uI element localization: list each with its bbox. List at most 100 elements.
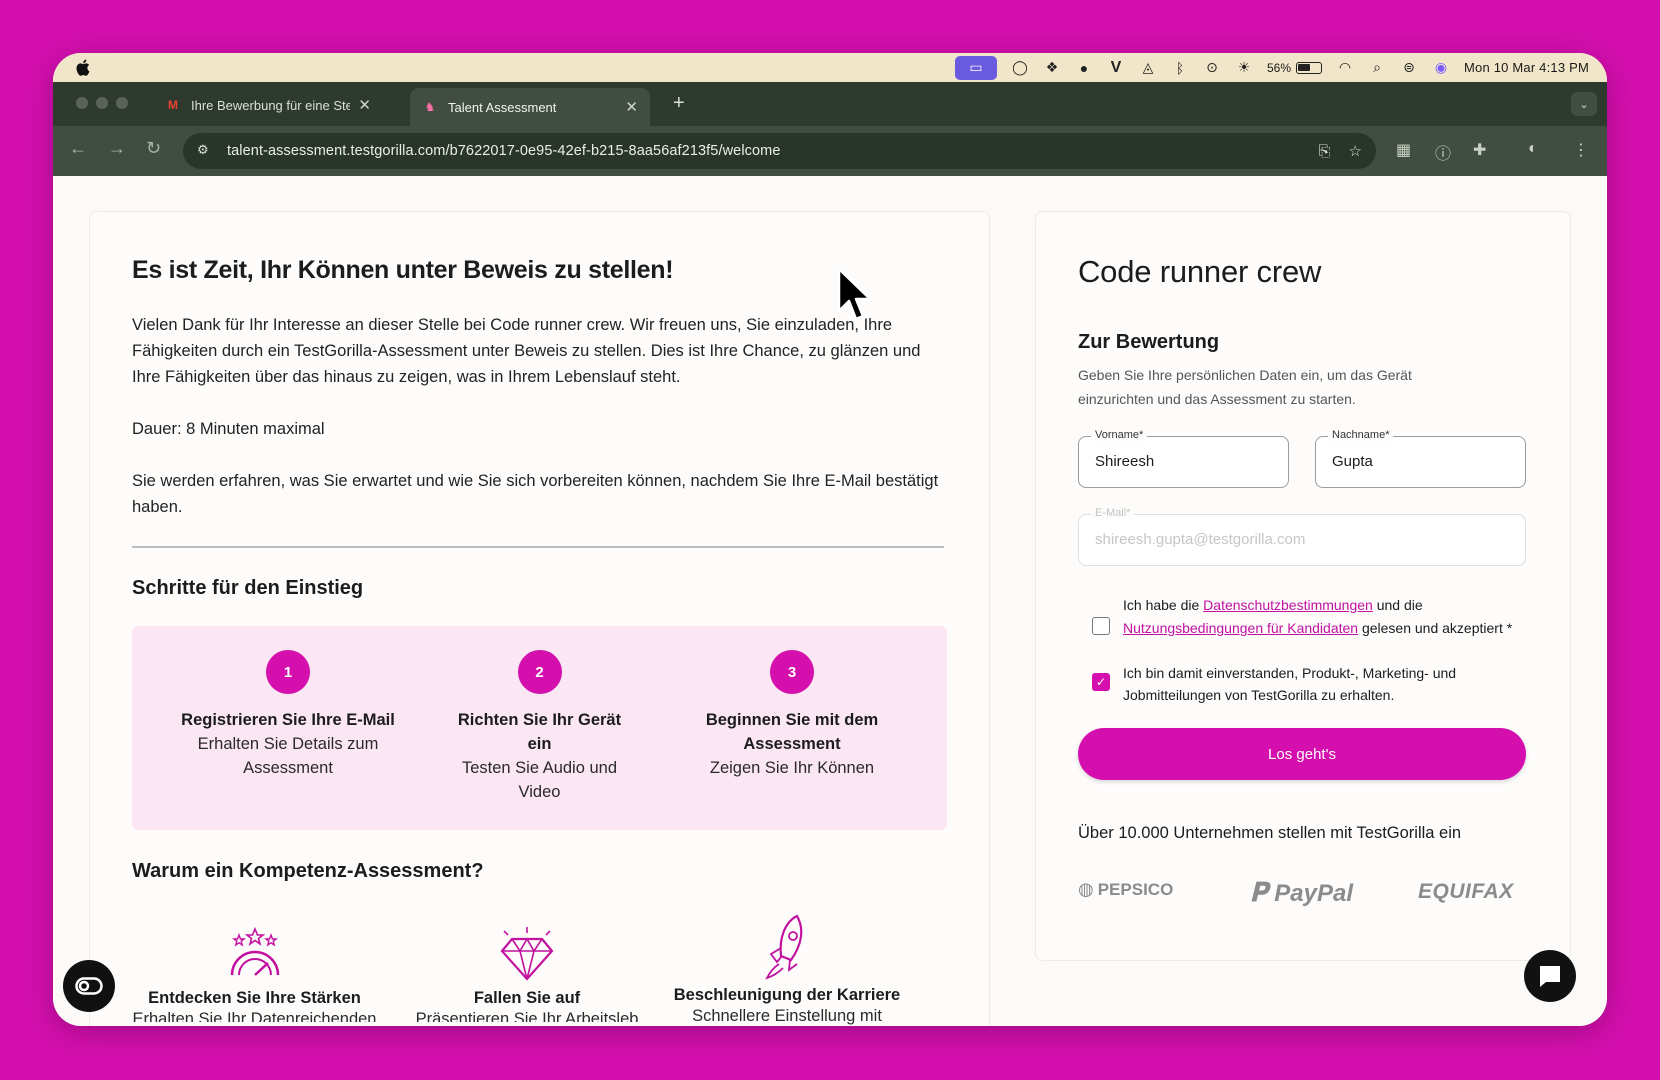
why-item: Entdecken Sie Ihre Stärken Erhalten Sie … [132, 925, 377, 1022]
consent-mid: und die [1372, 597, 1423, 613]
page-content: Es ist Zeit, Ihr Können unter Beweis zu … [53, 176, 1607, 1026]
drive-icon[interactable]: ◬ [1139, 59, 1157, 77]
close-window-button[interactable] [76, 97, 88, 109]
site-info-icon[interactable]: ⚙ [197, 142, 215, 160]
back-icon[interactable]: ← [69, 138, 87, 159]
form-heading: Zur Bewertung [1078, 331, 1220, 353]
steps-panel: 1 Registrieren Sie Ihre E-Mail Erhalten … [132, 626, 947, 830]
why-desc: Erhalten Sie Ihr Datenreichenden [132, 1010, 377, 1022]
toggle-icon [75, 977, 103, 995]
apple-icon[interactable] [75, 59, 90, 76]
tab-title: Ihre Bewerbung für eine Stelle [191, 97, 351, 113]
terms-link[interactable]: Nutzungsbedingungen für Kandidaten [1123, 620, 1358, 636]
url-text[interactable]: talent-assessment.testgorilla.com/b76220… [227, 143, 1301, 159]
brightness-icon[interactable]: ☀ [1235, 59, 1253, 77]
circle-icon[interactable]: ◯ [1011, 59, 1029, 77]
extensions-puzzle-icon[interactable]: ✚ [1473, 140, 1486, 160]
address-bar[interactable]: ⚙ talent-assessment.testgorilla.com/b762… [183, 133, 1376, 169]
step-title: Registrieren Sie Ihre E-Mail [181, 711, 395, 729]
step-number: 3 [770, 650, 814, 694]
why-title: Beschleunigung der Karriere [673, 986, 901, 1004]
v-icon[interactable]: V [1107, 59, 1125, 77]
why-heading: Warum ein Kompetenz-Assessment? [132, 860, 484, 882]
step-number: 2 [517, 650, 562, 694]
forward-icon[interactable]: → [108, 138, 126, 159]
privacy-consent-text: Ich habe die Datenschutzbestimmungen und… [1123, 594, 1533, 640]
password-manager-icon[interactable]: ⓘ [1435, 140, 1451, 164]
new-tab-button[interactable]: + [673, 92, 685, 115]
gmail-icon: M [168, 98, 178, 112]
privacy-policy-link[interactable]: Datenschutzbestimmungen [1203, 597, 1373, 613]
trust-text: Über 10.000 Unternehmen stellen mit Test… [1078, 824, 1462, 842]
firstname-field[interactable]: Vorname* Shireesh [1078, 429, 1289, 488]
step-item: 2 Richten Sie Ihr Gerät ein Testen Sie A… [422, 650, 657, 804]
form-subtitle: Geben Sie Ihre persönlichen Daten ein, u… [1078, 367, 1412, 407]
battery-icon[interactable]: 56% [1267, 61, 1322, 75]
play-icon[interactable]: ⊙ [1203, 59, 1221, 77]
company-name: Code runner crew [1078, 254, 1322, 289]
why-title: Fallen Sie auf [473, 989, 581, 1007]
why-section: Entdecken Sie Ihre Stärken Erhalten Sie … [132, 912, 947, 1026]
start-button[interactable]: Los geht's [1078, 728, 1526, 780]
search-icon[interactable]: ⌕ [1368, 59, 1386, 77]
browser-window: ▭ ◯ ❖ ● V ◬ ᛒ ⊙ ☀ 56% ◠ ⌕ ⊜ ◉ Mon 10 Mar… [53, 53, 1607, 1026]
bookmark-star-icon[interactable]: ☆ [1349, 142, 1362, 160]
step-desc: Erhalten Sie Details zum Assessment [197, 735, 379, 777]
why-item: Beschleunigung der Karriere Schnellere E… [662, 912, 912, 1026]
duration-text: Dauer: 8 Minuten maximal [132, 420, 325, 438]
step-title: Richten Sie Ihr Gerät ein [457, 711, 622, 753]
equifax-logo: EQUIFAX [1418, 880, 1514, 904]
client-logos: ◍ PEPSICO 𝐏 PayPal EQUIFAX [1078, 877, 1528, 917]
pepsico-logo-text: PEPSICO [1097, 879, 1174, 899]
accessibility-button[interactable] [63, 960, 115, 1012]
bluetooth-icon[interactable]: ᛒ [1171, 59, 1189, 77]
window-controls [76, 97, 128, 109]
lastname-value: Gupta [1332, 453, 1373, 470]
firstname-value: Shireesh [1095, 453, 1155, 470]
why-title: Entdecken Sie Ihre Stärken [148, 989, 361, 1007]
menubar-clock[interactable]: Mon 10 Mar 4:13 PM [1464, 60, 1589, 75]
lastname-field[interactable]: Nachname* Gupta [1315, 429, 1526, 488]
screen-mirroring-icon[interactable]: ▭ [954, 55, 997, 80]
paypal-logo-text: PayPal [1274, 880, 1354, 907]
marketing-consent-checkbox[interactable]: ✓ [1092, 673, 1110, 691]
maximize-window-button[interactable] [116, 97, 128, 109]
minimize-window-button[interactable] [96, 97, 108, 109]
wifi-icon[interactable]: ◠ [1336, 59, 1354, 77]
rocket-icon [765, 914, 803, 980]
browser-chrome: M Ihre Bewerbung für eine Stelle ✕ ♞ Tal… [53, 82, 1607, 176]
more-menu-icon[interactable]: ⋮ [1573, 140, 1589, 160]
steps-heading: Schritte für den Einstieg [132, 577, 364, 599]
equifax-logo-text: EQUIFAX [1418, 880, 1514, 903]
tab-search-button[interactable]: ⌄ [1571, 92, 1597, 116]
tab-talent-assessment[interactable]: ♞ Talent Assessment ✕ [410, 88, 650, 126]
translate-icon[interactable]: ⎘ [1319, 143, 1331, 160]
battery-percent: 56% [1266, 60, 1291, 75]
registration-card: Code runner crew Zur Bewertung Geben Sie… [1035, 211, 1571, 961]
extension-icon[interactable]: ▦ [1396, 140, 1411, 160]
why-item: Fallen Sie auf Präsentieren Sie Ihr Arbe… [397, 925, 657, 1022]
chat-button[interactable] [1524, 950, 1576, 1002]
paypal-p-icon: 𝐏 [1250, 877, 1268, 907]
pepsico-logo: ◍ PEPSICO [1078, 879, 1173, 900]
step-item: 3 Beginnen Sie mit dem Assessment Zeigen… [672, 650, 912, 780]
figma-icon[interactable]: ❖ [1043, 59, 1061, 77]
grammarly-icon[interactable]: ● [1075, 59, 1093, 77]
siri-icon[interactable]: ◉ [1432, 59, 1450, 77]
testgorilla-icon: ♞ [424, 100, 436, 114]
reload-icon[interactable]: ↻ [146, 138, 161, 159]
paypal-logo: 𝐏 PayPal [1250, 877, 1353, 909]
tab-gmail[interactable]: M Ihre Bewerbung für eine Stelle ✕ [153, 88, 383, 122]
profile-avatar-icon[interactable]: ◐ [1528, 140, 1538, 158]
step-title: Beginnen Sie mit dem Assessment [705, 711, 879, 753]
mouse-cursor-icon [837, 267, 872, 321]
control-center-icon[interactable]: ⊜ [1400, 59, 1418, 77]
close-tab-icon[interactable]: ✕ [358, 96, 371, 114]
welcome-card: Es ist Zeit, Ihr Können unter Beweis zu … [89, 211, 990, 1026]
step-desc: Testen Sie Audio und Video [461, 759, 618, 801]
info-text: Sie werden erfahren, was Sie erwartet un… [132, 472, 939, 516]
email-label: E-Mail* [1091, 507, 1135, 519]
privacy-consent-checkbox[interactable] [1092, 617, 1110, 635]
firstname-label: Vorname* [1091, 429, 1148, 441]
close-tab-icon[interactable]: ✕ [625, 98, 638, 116]
